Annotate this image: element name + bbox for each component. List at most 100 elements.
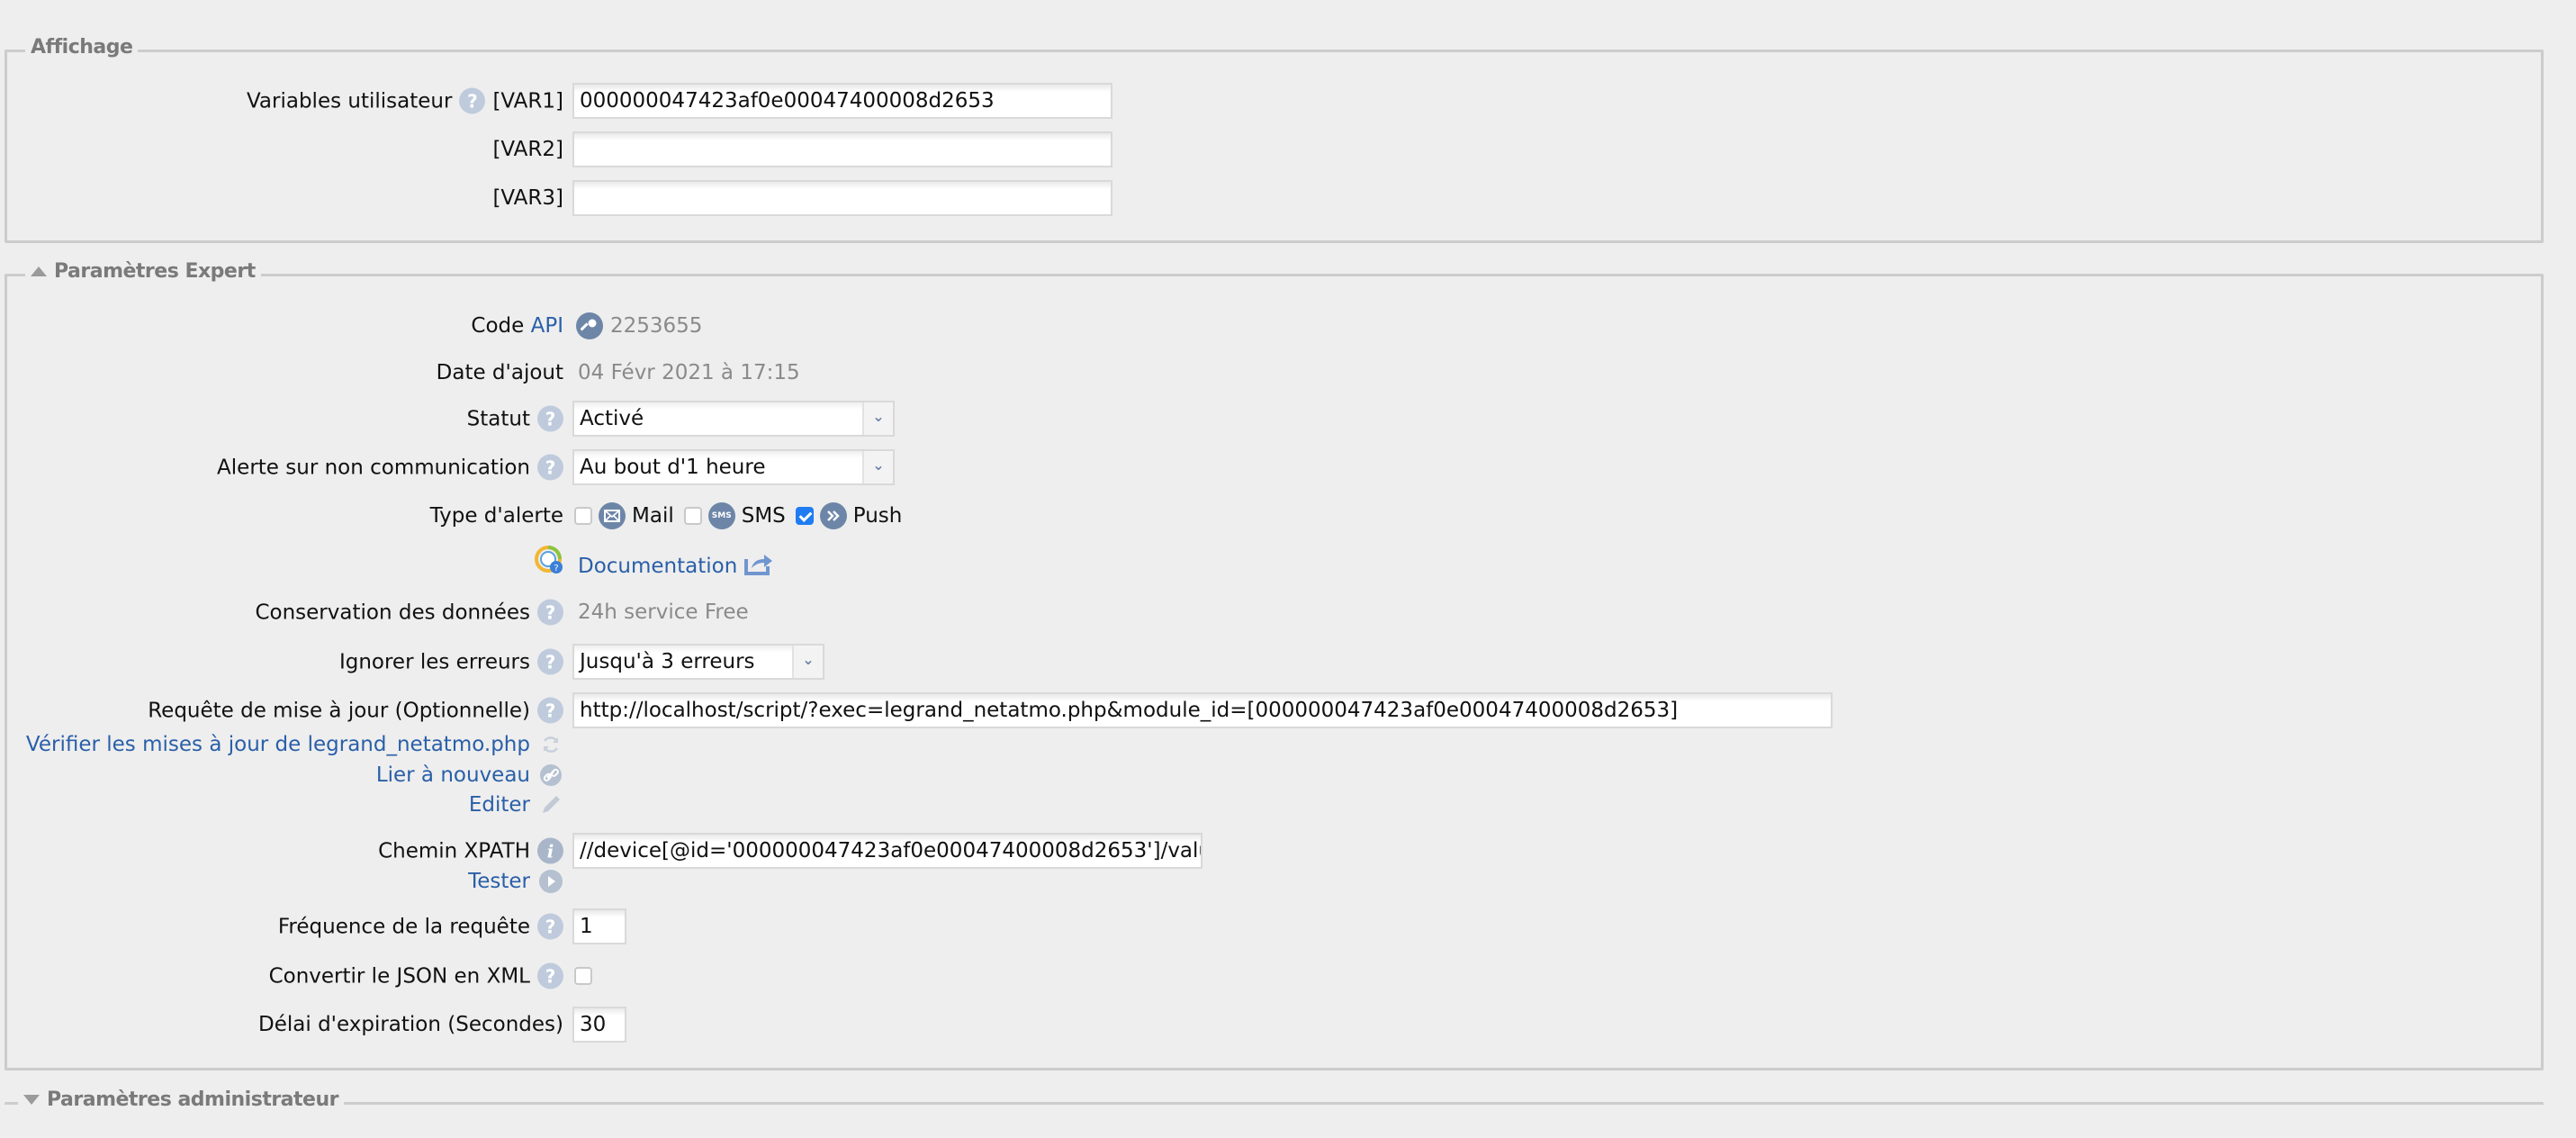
conservation-value-wrap: 24h service Free xyxy=(578,601,749,624)
var2-label-wrap: [VAR2] xyxy=(492,138,563,161)
svg-text:?: ? xyxy=(554,564,558,574)
collapse-triangle-icon[interactable] xyxy=(31,266,47,276)
lier-link[interactable]: Lier à nouveau xyxy=(376,763,530,787)
alerte-select[interactable]: Au bout d'1 heure ⌄ xyxy=(572,449,895,485)
var2-row: [VAR2] xyxy=(0,131,2576,167)
refresh-icon[interactable] xyxy=(537,734,563,755)
var3-input[interactable] xyxy=(572,180,1112,216)
documentation-link[interactable]: Documentation xyxy=(578,555,737,578)
mail-label: Mail xyxy=(632,504,674,528)
alerte-selected-value: Au bout d'1 heure xyxy=(574,451,862,483)
date-label-text: Date d'ajout xyxy=(436,361,563,384)
mail-checkbox[interactable] xyxy=(574,507,592,525)
var3-row: [VAR3] xyxy=(0,180,2576,216)
statut-row: Statut ? Activé ⌄ xyxy=(0,401,2576,437)
var1-input[interactable]: 000000047423af0e00047400008d2653 xyxy=(572,83,1112,119)
mail-icon xyxy=(599,502,626,529)
conservation-value: 24h service Free xyxy=(578,601,749,624)
conservation-label-text: Conservation des données xyxy=(255,601,530,624)
convertir-checkbox-wrap xyxy=(574,967,592,985)
link-icon[interactable] xyxy=(537,763,563,787)
convertir-label: Convertir le JSON en XML ? xyxy=(268,962,563,989)
help-icon[interactable]: ? xyxy=(537,405,563,432)
api-link[interactable]: API xyxy=(531,314,563,338)
help-icon[interactable]: ? xyxy=(537,697,563,724)
type-alerte-label-text: Type d'alerte xyxy=(429,504,563,528)
chevron-down-icon[interactable]: ⌄ xyxy=(792,646,823,678)
delai-input[interactable]: 30 xyxy=(572,1007,626,1043)
frequence-input[interactable]: 1 xyxy=(572,908,626,944)
statut-label: Statut ? xyxy=(466,405,563,432)
verifier-row: Vérifier les mises à jour de legrand_net… xyxy=(0,729,2576,760)
ignorer-label: Ignorer les erreurs ? xyxy=(338,648,563,675)
help-icon[interactable]: ? xyxy=(537,962,563,989)
verifier-link[interactable]: Vérifier les mises à jour de legrand_net… xyxy=(26,733,530,756)
tester-link[interactable]: Tester xyxy=(468,870,530,893)
help-icon[interactable]: ? xyxy=(459,87,486,114)
code-value: 2253655 xyxy=(610,314,703,338)
type-alerte-row: Type d'alerte Mail SMS SMS Push xyxy=(0,498,2576,534)
key-icon[interactable] xyxy=(576,312,603,339)
info-icon[interactable]: i xyxy=(537,837,563,864)
expand-triangle-icon[interactable] xyxy=(23,1095,40,1105)
code-label: Code API xyxy=(471,314,563,338)
admin-fieldset: Paramètres administrateur xyxy=(5,1088,2544,1138)
tester-wrap: Tester xyxy=(468,869,563,894)
alerte-label: Alerte sur non communication ? xyxy=(217,454,563,481)
editer-link[interactable]: Editer xyxy=(469,793,530,817)
xpath-row: Chemin XPATH i //device[@id='00000004742… xyxy=(0,833,2576,869)
admin-legend[interactable]: Paramètres administrateur xyxy=(18,1088,344,1111)
expert-legend[interactable]: Paramètres Expert xyxy=(25,260,261,283)
var3-label-wrap: [VAR3] xyxy=(492,186,563,210)
documentation-icon: ? xyxy=(535,546,565,582)
date-value: 04 Févr 2021 à 17:15 xyxy=(578,361,800,384)
external-link-icon[interactable] xyxy=(744,552,773,581)
alerte-label-text: Alerte sur non communication xyxy=(217,456,530,479)
delai-label-text: Délai d'expiration (Secondes) xyxy=(258,1013,563,1036)
requete-input[interactable]: http://localhost/script/?exec=legrand_ne… xyxy=(572,692,1833,728)
statut-select[interactable]: Activé ⌄ xyxy=(572,401,895,437)
help-icon[interactable]: ? xyxy=(537,454,563,481)
expert-legend-text: Paramètres Expert xyxy=(54,260,256,283)
convertir-checkbox[interactable] xyxy=(574,967,592,985)
user-vars-label: Variables utilisateur ? [VAR1] xyxy=(247,87,563,114)
statut-label-text: Statut xyxy=(466,407,530,430)
conservation-label: Conservation des données ? xyxy=(255,599,563,626)
frequence-label: Fréquence de la requête ? xyxy=(278,913,563,940)
requete-label: Requête de mise à jour (Optionnelle) ? xyxy=(148,697,563,724)
play-icon[interactable] xyxy=(537,869,563,894)
help-icon[interactable]: ? xyxy=(537,648,563,675)
documentation-link-wrap: Documentation xyxy=(578,552,773,581)
type-alerte-options: Mail SMS SMS Push xyxy=(574,502,902,529)
chevron-down-icon[interactable]: ⌄ xyxy=(862,402,893,435)
code-value-wrap: 2253655 xyxy=(576,312,702,339)
affichage-legend-text: Affichage xyxy=(31,36,133,59)
date-row: Date d'ajout 04 Févr 2021 à 17:15 xyxy=(0,355,2576,391)
affichage-legend: Affichage xyxy=(25,36,139,59)
conservation-row: Conservation des données ? 24h service F… xyxy=(0,594,2576,630)
var1-label: [VAR1] xyxy=(492,89,563,113)
chevron-down-icon[interactable]: ⌄ xyxy=(862,451,893,483)
ignorer-select[interactable]: Jusqu'à 3 erreurs ⌄ xyxy=(572,644,824,680)
frequence-row: Fréquence de la requête ? 1 xyxy=(0,908,2576,944)
editer-wrap: Editer xyxy=(469,793,563,817)
help-icon[interactable]: ? xyxy=(537,913,563,940)
sms-icon: SMS xyxy=(707,502,735,529)
documentation-row: ? Documentation xyxy=(0,546,2576,584)
date-label: Date d'ajout xyxy=(437,361,563,384)
var2-input[interactable] xyxy=(572,131,1112,167)
editer-row: Editer xyxy=(0,790,2576,820)
sms-checkbox[interactable] xyxy=(683,507,702,525)
lier-wrap: Lier à nouveau xyxy=(376,763,563,787)
pencil-icon[interactable] xyxy=(537,793,563,817)
help-icon[interactable]: ? xyxy=(537,599,563,626)
delai-label: Délai d'expiration (Secondes) xyxy=(258,1013,563,1036)
var1-row: Variables utilisateur ? [VAR1] 000000047… xyxy=(0,83,2576,119)
sms-label: SMS xyxy=(741,504,786,528)
var3-label: [VAR3] xyxy=(492,186,563,210)
push-checkbox[interactable] xyxy=(795,507,814,525)
xpath-input[interactable]: //device[@id='000000047423af0e0004740000… xyxy=(572,833,1202,869)
convertir-label-text: Convertir le JSON en XML xyxy=(268,964,530,988)
ignorer-label-text: Ignorer les erreurs xyxy=(338,650,530,673)
push-label: Push xyxy=(852,504,903,528)
